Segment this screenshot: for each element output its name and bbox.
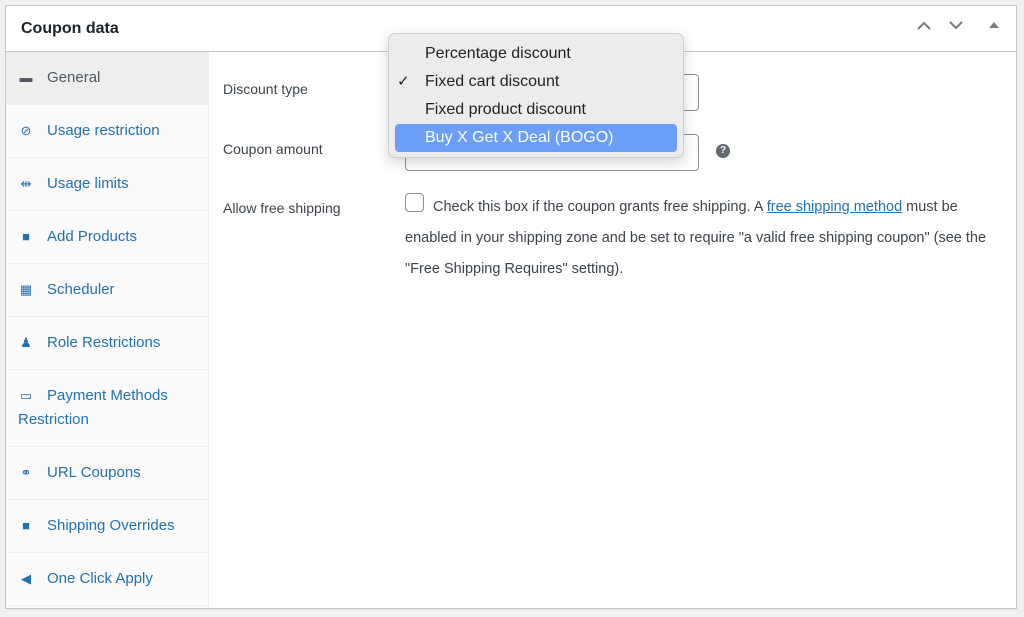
chevron-down-icon	[949, 21, 963, 30]
sidebar-item-scheduler[interactable]: ▦ Scheduler	[6, 264, 208, 317]
sidebar-item-usage-restriction[interactable]: ⊘ Usage restriction	[6, 105, 208, 158]
sidebar-item-label: Payment Methods Restriction	[18, 387, 168, 428]
sidebar-item-payment-methods-restriction[interactable]: ▭ Payment Methods Restriction	[6, 370, 208, 447]
sidebar-item-url-coupons[interactable]: ⚭ URL Coupons	[6, 447, 208, 500]
sidebar-item-general[interactable]: ▬ General	[6, 52, 208, 105]
move-up-button[interactable]	[916, 18, 932, 34]
dropdown-option-percentage[interactable]: Percentage discount	[395, 40, 677, 68]
truck-icon: ■	[22, 518, 30, 533]
calendar-icon: ▦	[19, 282, 33, 297]
dropdown-option-fixed-product[interactable]: Fixed product discount	[395, 96, 677, 124]
sidebar-item-label: Usage limits	[47, 175, 129, 192]
bag-icon: ■	[22, 229, 30, 244]
toggle-panel-button[interactable]	[989, 18, 999, 34]
link-icon: ⚭	[20, 465, 32, 480]
sidebar-item-label: One Click Apply	[47, 570, 153, 587]
option-label: Buy X Get X Deal (BOGO)	[425, 129, 614, 146]
sidebar-item-label: Usage restriction	[47, 122, 160, 139]
sidebar-item-role-restrictions[interactable]: ♟ Role Restrictions	[6, 317, 208, 370]
discount-type-label: Discount type	[223, 81, 308, 97]
help-icon[interactable]: ?	[716, 144, 730, 158]
sidebar-tabs: ▬ General ⊘ Usage restriction ⇹ Usage limit…	[6, 52, 209, 608]
card-icon: ▭	[19, 388, 33, 403]
sidebar-item-label: Add Products	[47, 228, 138, 245]
option-label: Fixed product discount	[425, 101, 586, 118]
panel-title: Coupon data	[21, 20, 119, 37]
sidebar-item-label: URL Coupons	[47, 464, 141, 481]
option-label: Fixed cart discount	[425, 73, 560, 90]
option-label: Percentage discount	[425, 45, 571, 62]
ticket-icon: ▬	[19, 70, 33, 85]
block-icon: ⊘	[20, 123, 32, 138]
sidebar-item-one-click-apply[interactable]: ◀ One Click Apply	[6, 553, 208, 606]
sidebar-item-label: Role Restrictions	[47, 334, 161, 351]
sidebar-item-label: General	[47, 69, 101, 86]
move-down-button[interactable]	[948, 18, 964, 34]
free-shipping-description: Check this box if the coupon grants free…	[405, 192, 995, 285]
megaphone-icon: ◀	[21, 571, 31, 586]
sidebar-item-shipping-overrides[interactable]: ■ Shipping Overrides	[6, 500, 208, 553]
sidebar-item-add-products[interactable]: ■ Add Products	[6, 211, 208, 264]
triangle-up-icon	[989, 22, 999, 28]
free-shipping-method-link[interactable]: free shipping method	[767, 199, 902, 215]
user-icon: ♟	[20, 335, 32, 350]
discount-type-dropdown: Percentage discount ✓ Fixed cart discount…	[388, 33, 684, 158]
chevron-up-icon	[917, 21, 931, 30]
free-shipping-label: Allow free shipping	[223, 200, 341, 216]
desc-text: Check this box if the coupon grants free…	[433, 199, 767, 215]
dropdown-option-bogo[interactable]: Buy X Get X Deal (BOGO)	[395, 124, 677, 152]
limits-icon: ⇹	[20, 176, 32, 191]
sidebar-item-label: Scheduler	[47, 281, 115, 298]
coupon-amount-label: Coupon amount	[223, 141, 323, 157]
checkmark-icon: ✓	[397, 73, 410, 90]
dropdown-option-fixed-cart[interactable]: ✓ Fixed cart discount	[395, 68, 677, 96]
sidebar-item-usage-limits[interactable]: ⇹ Usage limits	[6, 158, 208, 211]
sidebar-item-label: Shipping Overrides	[47, 517, 175, 534]
